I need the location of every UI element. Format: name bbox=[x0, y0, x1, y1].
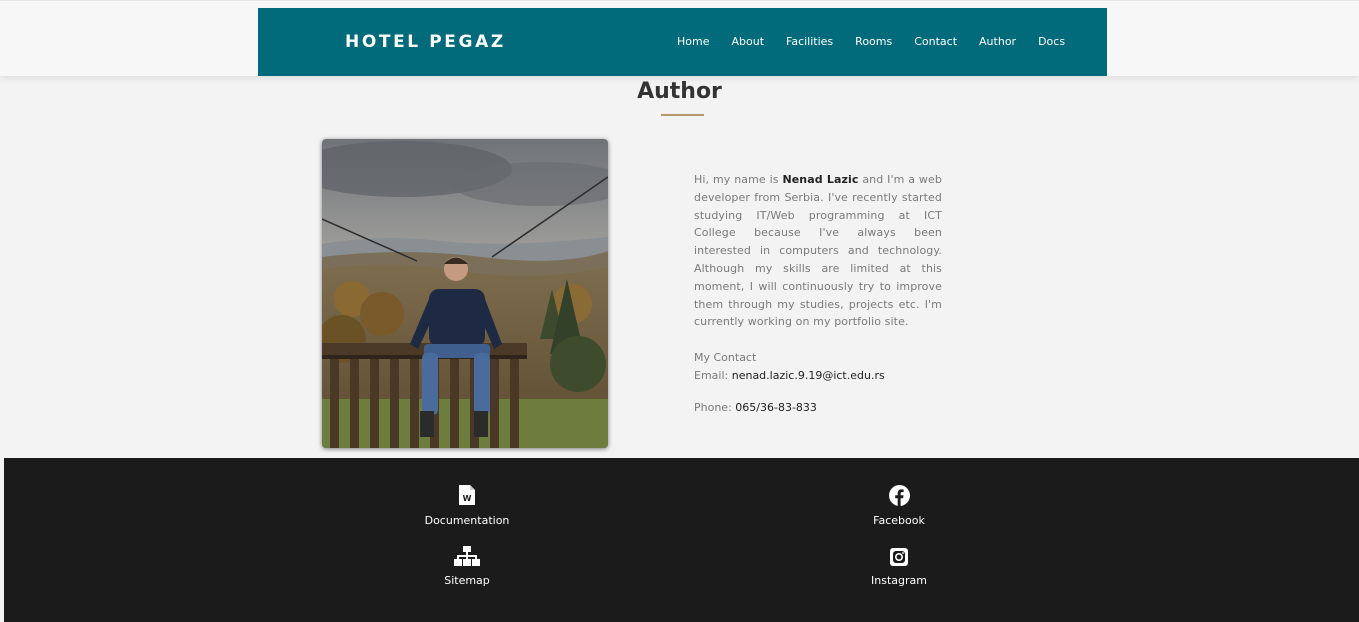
author-bio: Hi, my name is Nenad Lazic and I'm a web… bbox=[694, 171, 942, 331]
footer: W Documentation Sitemap Facebook Instagr… bbox=[4, 458, 1359, 622]
nav-about[interactable]: About bbox=[731, 35, 764, 49]
brand-logo[interactable]: HOTEL PEGAZ bbox=[345, 32, 506, 52]
main-nav: Home About Facilities Rooms Contact Auth… bbox=[677, 35, 1065, 49]
nav-home[interactable]: Home bbox=[677, 35, 709, 49]
instagram-icon bbox=[890, 548, 908, 566]
page-title: Author bbox=[637, 79, 722, 104]
facebook-icon bbox=[888, 485, 910, 506]
email-label: Email: bbox=[694, 368, 732, 382]
footer-facebook[interactable]: Facebook bbox=[844, 485, 954, 527]
nav-facilities[interactable]: Facilities bbox=[786, 35, 833, 49]
svg-text:W: W bbox=[463, 494, 472, 503]
sitemap-label[interactable]: Sitemap bbox=[409, 574, 525, 587]
navbar: HOTEL PEGAZ Home About Facilities Rooms … bbox=[258, 8, 1107, 76]
footer-sitemap[interactable]: Sitemap bbox=[409, 546, 525, 587]
instagram-label[interactable]: Instagram bbox=[844, 574, 954, 587]
author-name: Nenad Lazic bbox=[782, 173, 859, 186]
phone-value: 065/36-83-833 bbox=[735, 401, 817, 414]
email-line: Email: nenad.lazic.9.19@ict.edu.rs bbox=[694, 367, 954, 385]
author-photo bbox=[322, 139, 608, 448]
nav-docs[interactable]: Docs bbox=[1038, 35, 1065, 49]
sitemap-icon bbox=[454, 546, 480, 566]
contact-heading: My Contact bbox=[694, 351, 757, 364]
phone-line: Phone: 065/36-83-833 bbox=[694, 401, 817, 414]
footer-instagram[interactable]: Instagram bbox=[844, 548, 954, 587]
bio-intro: Hi, my name is bbox=[694, 173, 783, 186]
nav-author[interactable]: Author bbox=[979, 35, 1016, 49]
word-document-icon: W bbox=[459, 485, 475, 505]
contact-block: My Contact Email: nenad.lazic.9.19@ict.e… bbox=[694, 349, 954, 384]
footer-documentation[interactable]: W Documentation bbox=[409, 484, 525, 527]
facebook-label[interactable]: Facebook bbox=[844, 514, 954, 527]
email-value[interactable]: nenad.lazic.9.19@ict.edu.rs bbox=[732, 369, 885, 382]
nav-rooms[interactable]: Rooms bbox=[855, 35, 892, 49]
nav-contact[interactable]: Contact bbox=[914, 35, 957, 49]
bio-rest: and I'm a web developer from Serbia. I'v… bbox=[694, 173, 942, 329]
documentation-label[interactable]: Documentation bbox=[409, 514, 525, 527]
title-underline bbox=[661, 114, 704, 116]
phone-label: Phone: bbox=[694, 401, 736, 414]
